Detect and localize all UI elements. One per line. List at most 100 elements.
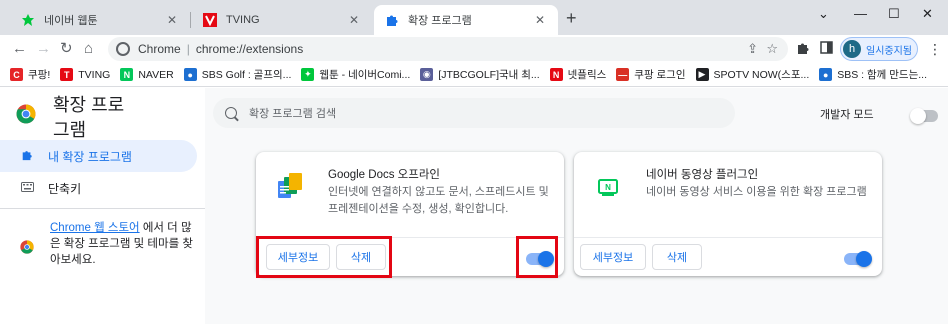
bookmark-item[interactable]: ▶ SPOTV NOW(스포... (695, 67, 810, 82)
sbs-icon: ● (819, 68, 833, 81)
bookmark-item[interactable]: N 넷플릭스 (549, 67, 607, 82)
profile-button[interactable]: h 일시중지됨 (840, 37, 918, 61)
sidebar-item-label: 단축키 (48, 181, 82, 196)
remove-button[interactable]: 삭제 (652, 244, 702, 270)
naver-webtoon-icon (20, 12, 36, 28)
close-icon[interactable]: ✕ (532, 13, 548, 27)
page-title: 확장 프로그램 (53, 95, 125, 140)
bookmark-label: SPOTV NOW(스포... (713, 69, 810, 81)
bookmark-label: TVING (78, 68, 111, 81)
extensions-puzzle-icon[interactable] (796, 41, 810, 58)
bookmark-label: NAVER (138, 68, 174, 81)
extension-card-naver-video: N 네이버 동영상 플러그인 네이버 동영상 서비스 이용을 위한 확장 프로그… (574, 152, 882, 276)
avatar: h (843, 40, 861, 58)
puzzle-icon (384, 12, 400, 28)
new-tab-button[interactable]: + (566, 9, 577, 27)
chevron-down-icon[interactable]: ⌄ (818, 6, 829, 22)
address-bar[interactable]: Chrome | chrome://extensions ⇪ ☆ (108, 37, 788, 61)
extension-name: 네이버 동영상 플러그인 (646, 169, 759, 181)
bookmark-label: [JTBCGOLF]국내 최... (438, 69, 540, 81)
share-icon[interactable]: ⇪ (747, 41, 758, 57)
webtoon-icon: ✦ (301, 68, 315, 81)
close-window-button[interactable]: ✕ (922, 6, 933, 22)
reload-button[interactable]: ↻ (60, 41, 73, 57)
tving-icon: T (60, 68, 74, 81)
omnibox-divider: | (186, 42, 190, 56)
extension-description: 인터넷에 연결하지 않고도 문서, 스프레드시트 및 프레젠테이션을 수정, 생… (328, 186, 549, 215)
naver-icon: N (120, 68, 134, 81)
chrome-logo-icon (16, 104, 36, 124)
sidebar-item-label: 내 확장 프로그램 (48, 149, 132, 164)
tab-tving[interactable]: TVING ✕ (192, 5, 372, 35)
star-icon[interactable]: ☆ (766, 41, 778, 57)
keyboard-icon (20, 181, 34, 195)
sbs-icon: ● (183, 68, 197, 81)
sidebar-item-my-extensions[interactable]: 내 확장 프로그램 (0, 140, 197, 172)
bookmark-label: 쿠팡 로그인 (634, 69, 686, 81)
bookmark-label: 웹툰 - 네이버Comi... (319, 69, 411, 81)
tab-strip: 네이버 웹툰 ✕ TVING ✕ 확장 프로그램 ✕ + ⌄ — ☐ ✕ (0, 0, 948, 35)
bookmark-label: SBS Golf : 골프의... (201, 69, 292, 81)
bookmark-label: 넷플릭스 (567, 69, 607, 81)
bookmark-item[interactable]: ✦ 웹툰 - 네이버Comi... (301, 67, 410, 82)
details-button[interactable]: 세부정보 (580, 244, 646, 270)
bookmark-label: SBS : 함께 만드는... (837, 69, 927, 81)
toggle-knob (910, 108, 926, 124)
dev-mode-label: 개발자 모드 (820, 109, 874, 121)
close-icon[interactable]: ✕ (164, 13, 180, 27)
naver-video-icon: N (594, 172, 622, 200)
netflix-icon: N (549, 68, 563, 81)
web-store-link[interactable]: Chrome 웹 스토어 (50, 222, 140, 234)
bookmark-label: 쿠팡! (28, 69, 51, 81)
card-divider (574, 237, 882, 238)
puzzle-icon (20, 149, 34, 164)
dev-mode-toggle[interactable] (910, 108, 938, 124)
search-placeholder: 확장 프로그램 검색 (249, 108, 337, 120)
bookmark-item[interactable]: N NAVER (120, 68, 174, 81)
highlight-box-toggle (516, 236, 558, 278)
jtbc-icon: ◉ (420, 68, 434, 81)
tab-separator (190, 12, 191, 28)
extensions-page: 확장 프로그램 내 확장 프로그램 단축키 Chrome 웹 스토어 에서 더 … (0, 88, 948, 324)
profile-status-label: 일시중지됨 (866, 45, 912, 57)
menu-kebab-icon[interactable]: ⋮ (928, 41, 942, 57)
chrome-icon (116, 42, 130, 56)
tab-label: TVING (226, 14, 260, 26)
toolbar: ← → ↻ ⌂ Chrome | chrome://extensions ⇪ ☆… (0, 35, 948, 63)
bookmark-item[interactable]: T TVING (60, 68, 110, 81)
bookmark-item[interactable]: C 쿠팡! (10, 67, 50, 82)
toggle-knob (856, 251, 872, 267)
tving-icon (202, 12, 218, 28)
maximize-button[interactable]: ☐ (888, 6, 900, 22)
omnibox-url: chrome://extensions (195, 42, 304, 56)
coupang-login-icon: — (616, 68, 630, 81)
bookmark-item[interactable]: ● SBS : 함께 만드는... (819, 67, 927, 82)
svg-text:N: N (605, 183, 611, 192)
side-panel-icon[interactable] (820, 41, 833, 57)
tab-label: 네이버 웹툰 (44, 15, 98, 27)
search-icon (225, 107, 237, 119)
google-docs-icon (276, 172, 304, 200)
coupang-icon: C (10, 68, 23, 81)
close-icon[interactable]: ✕ (346, 13, 362, 27)
web-store-promo: Chrome 웹 스토어 에서 더 많은 확장 프로그램 및 테마를 찾아보세요… (20, 220, 200, 268)
sidebar-item-shortcuts[interactable]: 단축키 (0, 172, 197, 204)
tab-naver-webtoon[interactable]: 네이버 웹툰 ✕ (10, 5, 190, 35)
bookmark-item[interactable]: ◉ [JTBCGOLF]국내 최... (420, 67, 540, 82)
forward-button[interactable]: → (36, 41, 51, 57)
sidebar-divider (0, 208, 205, 209)
highlight-box-card-buttons (256, 236, 392, 278)
omnibox-site: Chrome (138, 42, 181, 56)
spotv-icon: ▶ (695, 68, 709, 81)
bookmarks-bar: C 쿠팡! T TVING N NAVER ● SBS Golf : 골프의... ✦ 웹툰 - … (0, 63, 948, 87)
home-button[interactable]: ⌂ (84, 41, 93, 57)
bookmark-item[interactable]: — 쿠팡 로그인 (616, 67, 686, 82)
tab-label: 확장 프로그램 (408, 15, 472, 27)
extension-description: 네이버 동영상 서비스 이용을 위한 확장 프로그램 (646, 186, 867, 198)
minimize-button[interactable]: — (854, 6, 867, 21)
extension-enable-toggle[interactable] (844, 251, 872, 267)
tab-extensions[interactable]: 확장 프로그램 ✕ (374, 5, 558, 35)
back-button[interactable]: ← (12, 41, 27, 57)
search-input[interactable]: 확장 프로그램 검색 (213, 98, 735, 128)
bookmark-item[interactable]: ● SBS Golf : 골프의... (183, 67, 292, 82)
